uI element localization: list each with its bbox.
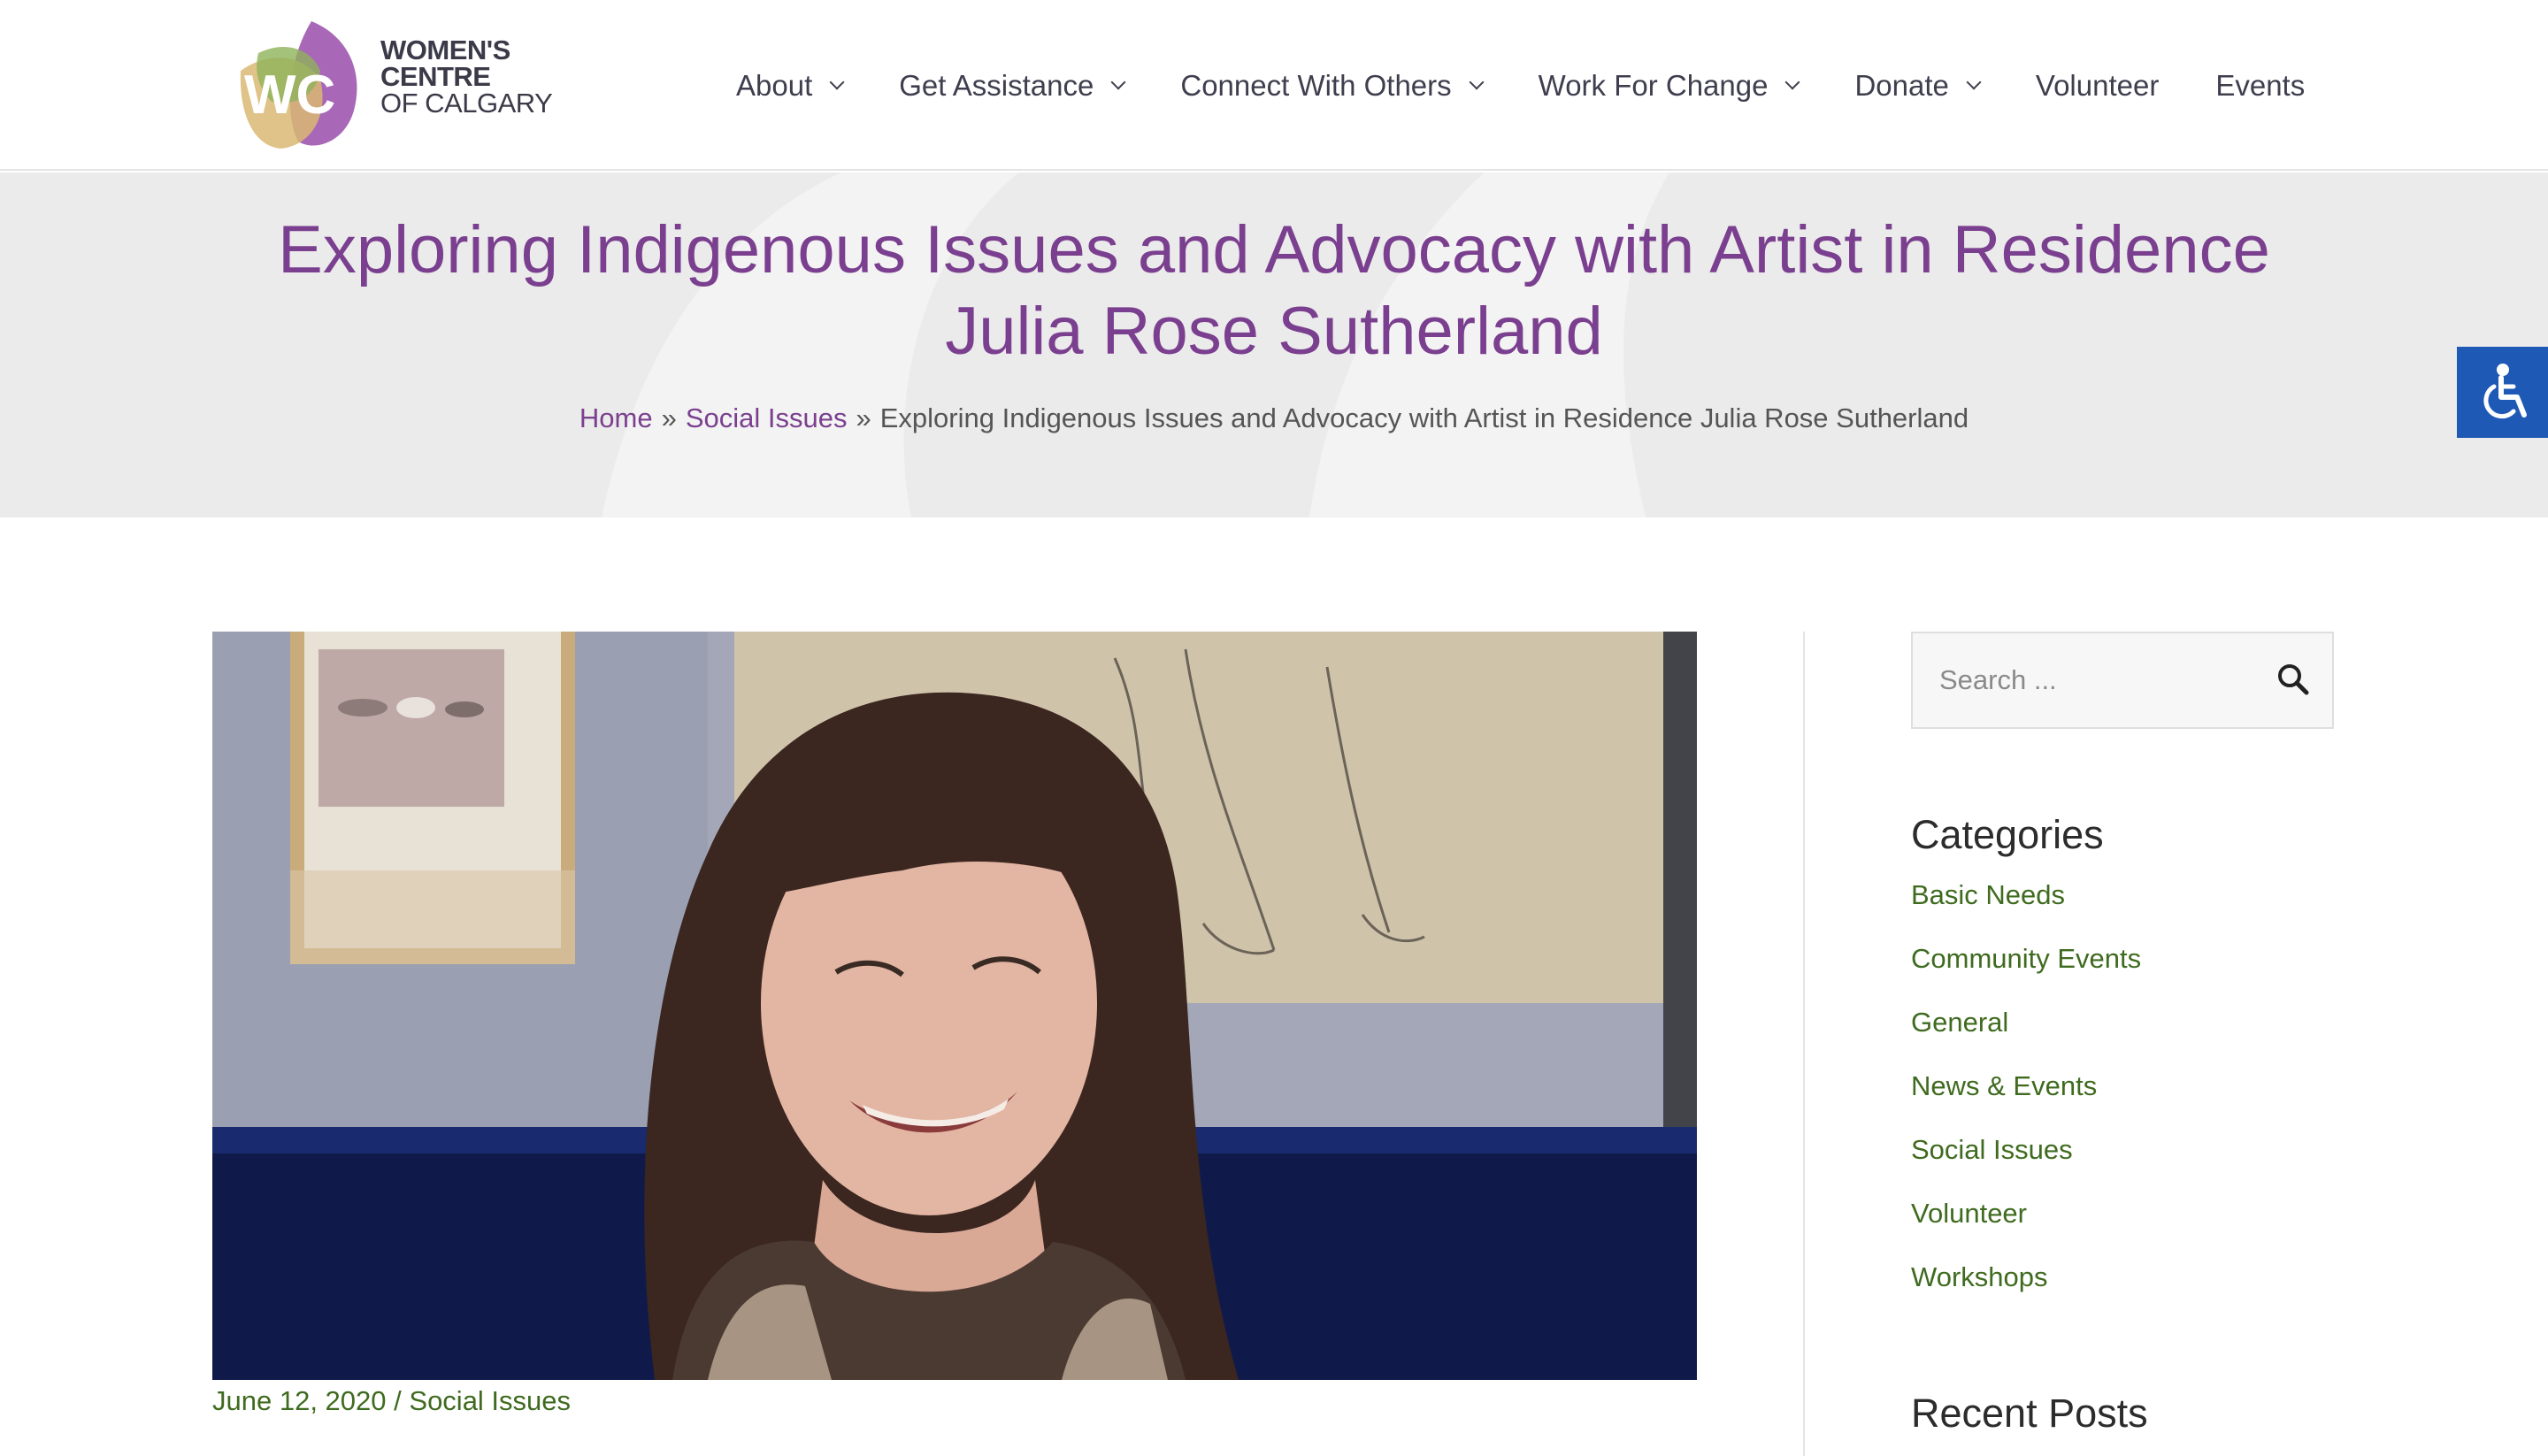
list-item: Community Events <box>1911 943 2141 1007</box>
accessibility-icon <box>2483 363 2527 418</box>
category-link-news-events[interactable]: News & Events <box>1911 1070 2097 1101</box>
list-item: General <box>1911 1007 2141 1070</box>
nav-label: Connect With Others <box>1180 68 1452 102</box>
chevron-down-icon <box>1966 74 1982 89</box>
chevron-down-icon <box>829 74 845 89</box>
list-item: News & Events <box>1911 1070 2141 1134</box>
page-title-line-1: Exploring Indigenous Issues and Advocacy… <box>278 212 2270 287</box>
page-title: Exploring Indigenous Issues and Advocacy… <box>0 210 2548 372</box>
accessibility-toolbar-button[interactable] <box>2457 347 2548 438</box>
search-icon[interactable] <box>2274 660 2314 701</box>
chevron-down-icon <box>1784 74 1800 89</box>
list-item: Social Issues <box>1911 1134 2141 1198</box>
post-date-link[interactable]: June 12, 2020 <box>212 1385 387 1416</box>
category-link-community-events[interactable]: Community Events <box>1911 943 2141 974</box>
logo-mark-icon: WC <box>240 21 357 149</box>
post-meta: June 12, 2020 / Social Issues <box>212 1385 571 1417</box>
categories-widget-title: Categories <box>1911 812 2104 857</box>
logo-line-1: WOMEN'S <box>380 34 510 65</box>
category-link-basic-needs[interactable]: Basic Needs <box>1911 879 2065 910</box>
list-item: Basic Needs <box>1911 879 2141 943</box>
nav-label: Get Assistance <box>899 68 1094 102</box>
post-meta-separator: / <box>394 1385 402 1416</box>
list-item: Workshops <box>1911 1261 2141 1325</box>
page-hero: Exploring Indigenous Issues and Advocacy… <box>0 172 2548 517</box>
category-link-volunteer[interactable]: Volunteer <box>1911 1198 2027 1229</box>
nav-label: Events <box>2215 68 2306 102</box>
search-form <box>1911 632 2334 729</box>
site-header: WC WOMEN'S CENTRE OF CALGARY About Get A… <box>0 0 2548 171</box>
featured-photo <box>212 632 1697 1380</box>
chevron-down-icon <box>1469 74 1485 89</box>
breadcrumb-separator: » <box>856 402 871 433</box>
category-link-social-issues[interactable]: Social Issues <box>1911 1134 2073 1165</box>
breadcrumb-separator: » <box>661 402 677 433</box>
nav-item-connect-with-others[interactable]: Connect With Others <box>1152 59 1509 112</box>
breadcrumb-current: Exploring Indigenous Issues and Advocacy… <box>879 402 1969 433</box>
category-link-workshops[interactable]: Workshops <box>1911 1261 2048 1292</box>
site-logo[interactable]: WC WOMEN'S CENTRE OF CALGARY <box>232 18 553 150</box>
recent-posts-widget-title: Recent Posts <box>1911 1391 2148 1436</box>
post-featured-image <box>212 632 1697 1380</box>
nav-item-donate[interactable]: Donate <box>1826 59 2007 112</box>
breadcrumb-category-link[interactable]: Social Issues <box>686 402 848 433</box>
svg-text:WC: WC <box>244 65 335 126</box>
nav-item-work-for-change[interactable]: Work For Change <box>1510 59 1827 112</box>
main-navigation: About Get Assistance Connect With Others… <box>708 0 2333 171</box>
breadcrumb: Home » Social Issues » Exploring Indigenous … <box>0 402 2548 434</box>
logo-wordmark: WOMEN'S CENTRE OF CALGARY <box>380 34 557 119</box>
category-link-general[interactable]: General <box>1911 1007 2008 1038</box>
nav-label: Donate <box>1854 68 1949 102</box>
search-input[interactable] <box>1913 633 2267 727</box>
logo-line-2: CENTRE <box>380 61 491 92</box>
page-title-line-2: Julia Rose Sutherland <box>945 294 1603 369</box>
categories-list: Basic Needs Community Events General New… <box>1911 879 2141 1325</box>
sidebar-divider <box>1803 632 1805 1456</box>
nav-label: Work For Change <box>1538 68 1769 102</box>
nav-label: About <box>736 68 813 102</box>
nav-item-get-assistance[interactable]: Get Assistance <box>871 59 1152 112</box>
nav-item-about[interactable]: About <box>708 59 871 112</box>
nav-item-volunteer[interactable]: Volunteer <box>2007 59 2187 112</box>
chevron-down-icon <box>1110 74 1126 89</box>
logo-line-3: OF CALGARY <box>380 88 553 119</box>
post-category-link[interactable]: Social Issues <box>409 1385 571 1416</box>
list-item: Volunteer <box>1911 1198 2141 1261</box>
nav-item-events[interactable]: Events <box>2187 59 2333 112</box>
nav-label: Volunteer <box>2035 68 2160 102</box>
breadcrumb-home-link[interactable]: Home <box>579 402 653 433</box>
